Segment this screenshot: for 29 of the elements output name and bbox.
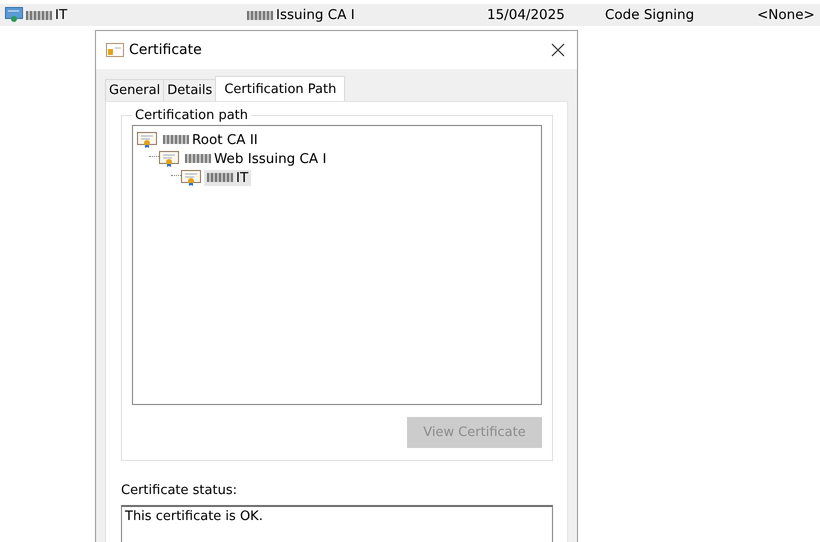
status-label: Certificate status: xyxy=(121,483,238,498)
redacted-text-mark xyxy=(163,135,189,144)
redacted-text-mark xyxy=(185,154,211,163)
tab[interactable]: General xyxy=(105,79,164,101)
intended-purpose: Code Signing xyxy=(605,7,696,23)
expiration-date: 15/04/2025 xyxy=(487,7,566,23)
tree-item-label: Web Issuing CA I xyxy=(214,150,326,166)
certificate-icon xyxy=(137,132,157,148)
redacted-text-mark xyxy=(207,173,233,182)
certificate-icon xyxy=(159,150,179,166)
tree-item[interactable]: Root CA II xyxy=(160,132,261,148)
tab[interactable]: Certification Path xyxy=(215,76,346,101)
group-label: Certification path xyxy=(134,108,250,123)
redacted-text-mark xyxy=(247,10,273,20)
tree-item[interactable]: Web Issuing CA I xyxy=(182,150,330,166)
friendly-name: <None> xyxy=(757,7,815,23)
redacted-text-mark xyxy=(26,10,52,20)
certificate-icon xyxy=(181,170,201,186)
issuer-name: Issuing CA I xyxy=(276,7,355,23)
certificate-icon xyxy=(106,42,124,58)
window-title: Certificate xyxy=(129,42,203,58)
certificate-list-row[interactable]: IT Issuing CA I 15/04/2025 Code Signing <None> xyxy=(0,4,820,26)
close-icon[interactable] xyxy=(551,43,565,57)
tree-item-label: IT xyxy=(236,170,248,186)
certificate-icon xyxy=(5,7,23,23)
status-text: This certificate is OK. xyxy=(125,509,263,524)
certificate-name: IT xyxy=(55,7,68,23)
tree-item[interactable]: IT xyxy=(204,170,252,186)
tree-item-label: Root CA II xyxy=(192,132,258,148)
